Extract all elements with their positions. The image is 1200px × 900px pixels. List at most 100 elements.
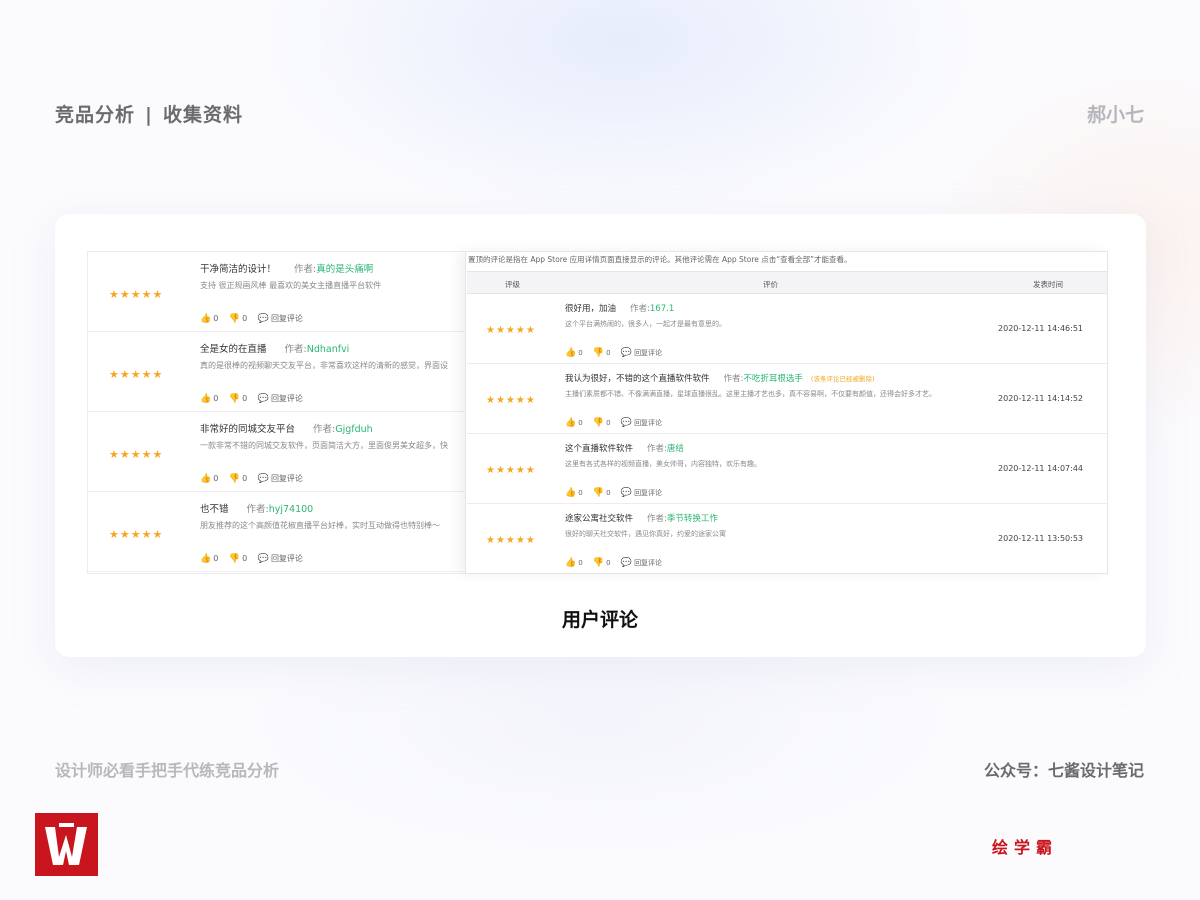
brand-logo-icon xyxy=(35,813,98,876)
author-link[interactable]: 唐结 xyxy=(667,444,684,454)
thumbs-up-icon: 👍 xyxy=(200,553,212,564)
reply-button[interactable]: 💬 回复评论 xyxy=(258,553,303,564)
comment-icon: 💬 xyxy=(257,473,269,484)
reply-button[interactable]: 💬 回复评论 xyxy=(621,558,662,568)
like-button[interactable]: 👍 0 xyxy=(565,558,583,568)
page-title: 竞品分析 | 收集资料 xyxy=(55,100,243,127)
review-title: 也不错 作者:hyj74100 xyxy=(200,504,314,515)
author-link[interactable]: Ndhanfvi xyxy=(307,344,350,355)
pinned-notice: 置顶的评论是指在 App Store 应用详情页面直接显示的评论。其他评论需在 … xyxy=(468,255,852,264)
review-body: 这个平台满热闹的，很多人，一起才是最有意思的。 xyxy=(565,320,726,328)
comment-icon: 💬 xyxy=(620,488,633,498)
table-row: ★★★★★ 我认为很好，不错的这个直播软件软件 作者:不吃折耳根选手 (该条评论已经… xyxy=(467,364,1107,434)
comment-icon: 💬 xyxy=(257,553,269,564)
column-header-time: 发表时间 xyxy=(1033,280,1063,289)
reply-button[interactable]: 💬 回复评论 xyxy=(621,418,662,428)
list-item: ★★★★★ 非常好的同城交友平台 作者:Gjgfduh 一款非常不错的同城交友软件… xyxy=(88,412,466,492)
table-row: ★★★★★ 很好用，加油 作者:167.1 这个平台满热闹的，很多人，一起才是最有… xyxy=(467,294,1107,364)
reply-button[interactable]: 💬 回复评论 xyxy=(258,313,303,324)
thumbs-down-icon: 👎 xyxy=(592,488,605,498)
card-caption: 用户评论 xyxy=(561,609,638,631)
table-header: 评级 评价 发表时间 xyxy=(467,271,1107,294)
author-link[interactable]: 167.1 xyxy=(650,304,674,314)
thumbs-up-icon: 👍 xyxy=(200,393,212,404)
author-link[interactable]: 季节转换工作 xyxy=(667,514,718,524)
star-rating: ★★★★★ xyxy=(109,368,164,381)
author-link[interactable]: Gjgfduh xyxy=(335,424,372,435)
thumbs-down-icon: 👎 xyxy=(228,313,241,324)
like-button[interactable]: 👍 0 xyxy=(565,488,583,498)
review-actions: 👍 0 👎 0 💬 回复评论 xyxy=(565,558,670,568)
author-link[interactable]: 真的是头痛啊 xyxy=(316,264,373,275)
reply-button[interactable]: 💬 回复评论 xyxy=(621,348,662,358)
dislike-button[interactable]: 👎 0 xyxy=(229,314,247,324)
thumbs-down-icon: 👎 xyxy=(592,348,605,358)
star-rating: ★★★★★ xyxy=(486,465,536,476)
like-button[interactable]: 👍 0 xyxy=(200,474,218,484)
review-body: 朋友推荐的这个高颜值花椒直播平台好棒，实时互动做得也特别棒～ xyxy=(200,521,440,530)
review-title: 我认为很好，不错的这个直播软件软件 作者:不吃折耳根选手 (该条评论已经被删除) xyxy=(565,374,875,384)
like-button[interactable]: 👍 0 xyxy=(565,418,583,428)
review-body: 支持 很正规画风棒 最喜欢的美女主播直播平台软件 xyxy=(200,281,382,290)
review-timestamp: 2020-12-11 14:14:52 xyxy=(998,394,1083,403)
author-label: 作者: xyxy=(630,304,650,314)
star-rating: ★★★★★ xyxy=(486,395,536,406)
reply-button[interactable]: 💬 回复评论 xyxy=(258,473,303,484)
review-title: 途家公寓社交软件 作者:季节转换工作 xyxy=(565,514,718,524)
title-separator: | xyxy=(145,104,153,126)
author-link[interactable]: 不吃折耳根选手 xyxy=(743,374,803,384)
thumbs-up-icon: 👍 xyxy=(565,488,577,498)
dislike-button[interactable]: 👎 0 xyxy=(229,394,247,404)
comment-icon: 💬 xyxy=(620,558,633,568)
comment-icon: 💬 xyxy=(620,418,633,428)
review-title: 非常好的同城交友平台 作者:Gjgfduh xyxy=(200,424,373,435)
subtitle-text: 收集资料 xyxy=(162,104,243,126)
dislike-button[interactable]: 👎 0 xyxy=(593,558,611,568)
footer-account: 公众号：七酱设计笔记 xyxy=(983,761,1144,780)
thumbs-down-icon: 👎 xyxy=(592,418,605,428)
like-button[interactable]: 👍 0 xyxy=(200,314,218,324)
review-actions: 👍 0 👎 0 💬 回复评论 xyxy=(200,553,311,564)
title-text: 竞品分析 xyxy=(55,104,136,126)
reply-button[interactable]: 💬 回复评论 xyxy=(621,488,662,498)
author-label: 作者: xyxy=(313,424,336,435)
author-label: 作者: xyxy=(246,504,269,515)
comment-icon: 💬 xyxy=(620,348,633,358)
dislike-button[interactable]: 👎 0 xyxy=(593,348,611,358)
like-button[interactable]: 👍 0 xyxy=(200,554,218,564)
dislike-button[interactable]: 👎 0 xyxy=(229,474,247,484)
comment-icon: 💬 xyxy=(257,393,269,404)
left-review-panel: ★★★★★ 干净简洁的设计！ 作者:真的是头痛啊 支持 很正规画风棒 最喜欢的美女… xyxy=(87,251,467,574)
star-rating: ★★★★★ xyxy=(109,288,164,301)
author-link[interactable]: hyj74100 xyxy=(269,504,314,515)
like-button[interactable]: 👍 0 xyxy=(565,348,583,358)
review-actions: 👍 0 👎 0 💬 回复评论 xyxy=(200,393,311,404)
author-label: 作者: xyxy=(284,344,307,355)
star-rating: ★★★★★ xyxy=(486,325,536,336)
dislike-button[interactable]: 👎 0 xyxy=(593,488,611,498)
review-title: 这个直播软件软件 作者:唐结 xyxy=(565,444,684,454)
review-actions: 👍 0 👎 0 💬 回复评论 xyxy=(565,418,670,428)
review-body: 这里有各式各样的视频直播，美女帅哥，内容独特，欢乐有趣。 xyxy=(565,460,761,468)
review-body: 真的是很棒的视频聊天交友平台，非常喜欢这样的清新的感觉，界面设 xyxy=(200,361,448,370)
review-timestamp: 2020-12-11 14:07:44 xyxy=(998,464,1083,473)
author-name: 郝小七 xyxy=(1086,104,1144,126)
thumbs-up-icon: 👍 xyxy=(565,348,577,358)
brand-name: 绘学霸 xyxy=(992,838,1059,857)
thumbs-up-icon: 👍 xyxy=(565,558,577,568)
dislike-button[interactable]: 👎 0 xyxy=(593,418,611,428)
review-body: 一款非常不错的同城交友软件，页面简洁大方，里面俊男美女超多，快 xyxy=(200,441,448,450)
thumbs-down-icon: 👎 xyxy=(228,393,241,404)
right-review-table: 置顶的评论是指在 App Store 应用详情页面直接显示的评论。其他评论需在 … xyxy=(465,251,1108,574)
like-button[interactable]: 👍 0 xyxy=(200,394,218,404)
review-actions: 👍 0 👎 0 💬 回复评论 xyxy=(200,313,311,324)
author-label: 作者: xyxy=(647,444,667,454)
review-timestamp: 2020-12-11 13:50:53 xyxy=(998,534,1083,543)
reply-button[interactable]: 💬 回复评论 xyxy=(258,393,303,404)
star-rating: ★★★★★ xyxy=(109,528,164,541)
review-body: 主播们素质都不错、不像满满直播，星球直播很乱。这里主播才艺也多，真不容易啊，不仅… xyxy=(565,390,936,398)
dislike-button[interactable]: 👎 0 xyxy=(229,554,247,564)
footer-series-title: 设计师必看手把手代练竞品分析 xyxy=(55,761,280,780)
author-label: 作者: xyxy=(647,514,667,524)
deleted-tag: (该条评论已经被删除) xyxy=(810,375,875,383)
